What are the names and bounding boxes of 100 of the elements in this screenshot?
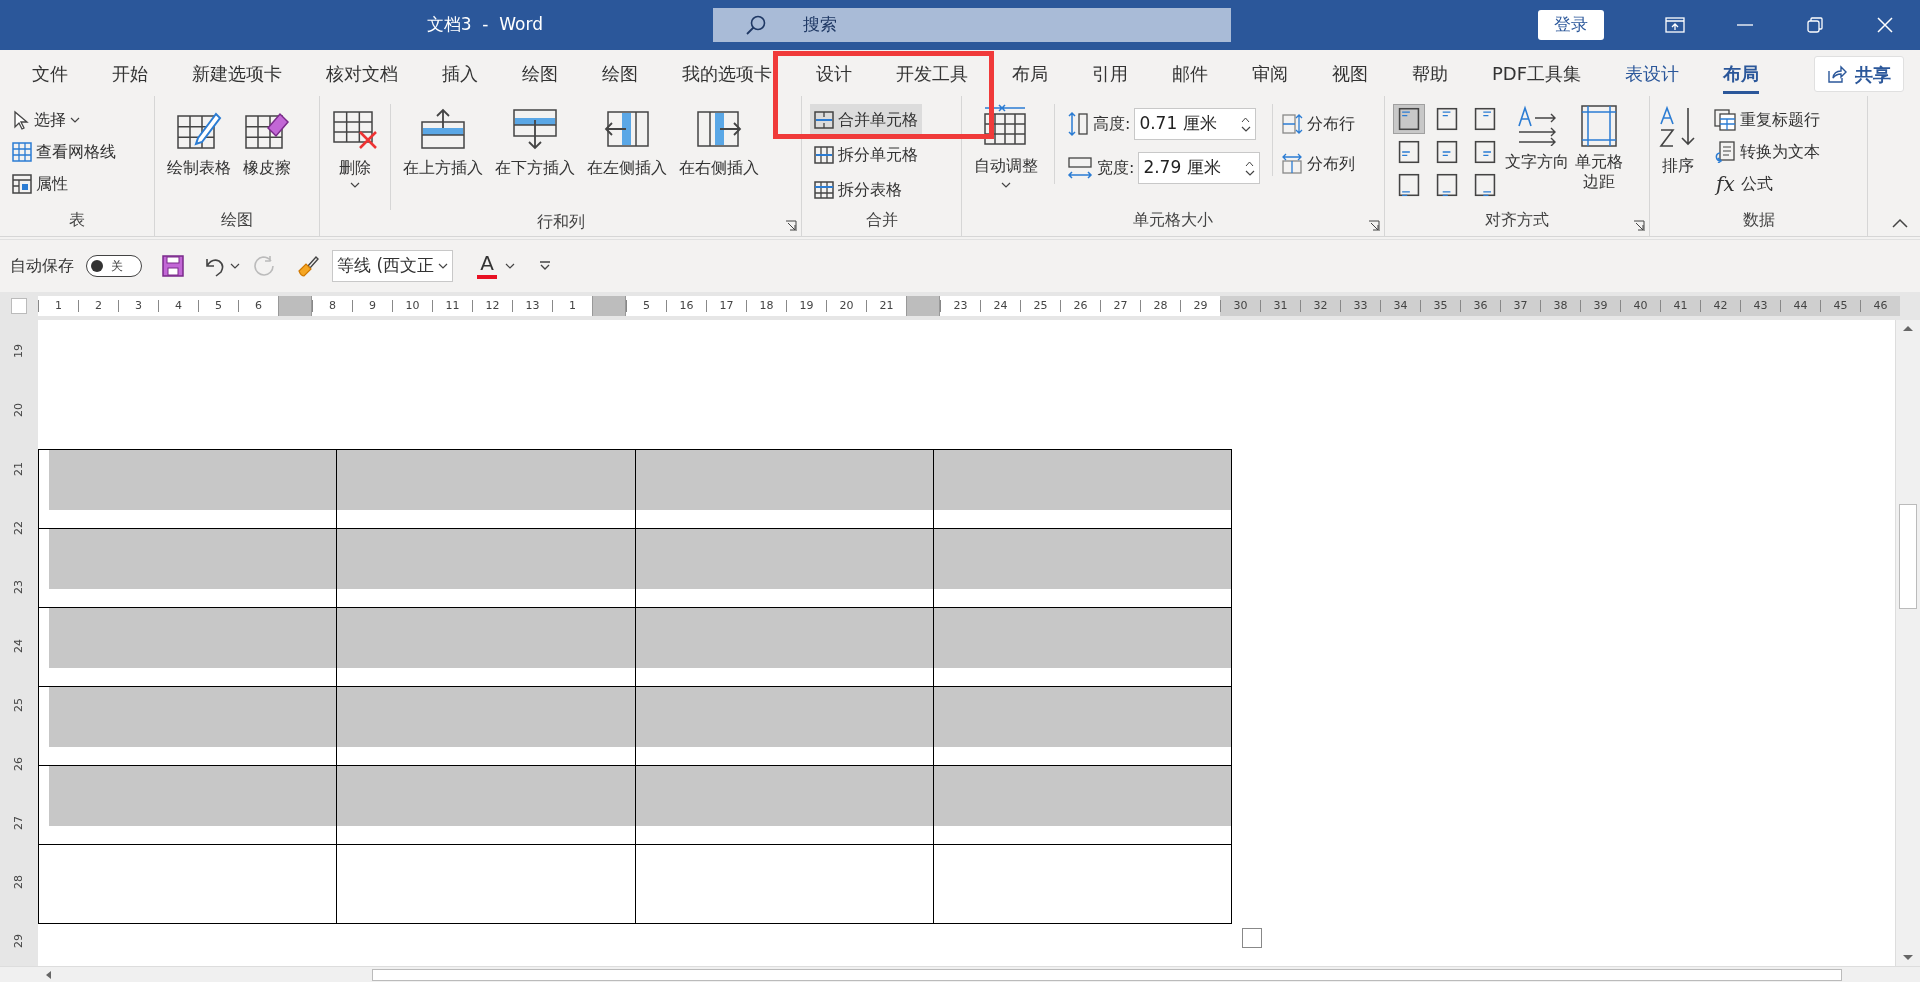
table-resize-handle[interactable] bbox=[1242, 928, 1262, 948]
scroll-thumb[interactable] bbox=[372, 968, 1842, 981]
ribbon-tab[interactable]: 视图 bbox=[1310, 50, 1390, 96]
ribbon-small-button[interactable]: 转换为文本 bbox=[1710, 136, 1824, 168]
table-cell[interactable] bbox=[39, 766, 338, 845]
chevron-up-icon bbox=[1892, 218, 1908, 228]
scroll-thumb[interactable] bbox=[1899, 504, 1917, 610]
ribbon-tab[interactable]: 绘图 bbox=[500, 50, 580, 96]
table-cell[interactable] bbox=[337, 766, 636, 845]
ribbon-tab[interactable]: 插入 bbox=[420, 50, 500, 96]
ribbon-tab[interactable]: 引用 bbox=[1070, 50, 1150, 96]
font-dropdown[interactable]: 等线 (西文正 bbox=[332, 250, 454, 282]
table-cell[interactable] bbox=[337, 450, 636, 529]
ribbon-small-button[interactable]: 拆分表格 bbox=[810, 174, 922, 206]
column-marker[interactable] bbox=[906, 296, 940, 316]
ribbon-tab[interactable]: 文件 bbox=[10, 50, 90, 96]
table-cell[interactable] bbox=[39, 608, 338, 687]
table-cell[interactable] bbox=[39, 845, 338, 924]
horizontal-scrollbar[interactable] bbox=[0, 966, 1920, 982]
table-cell[interactable] bbox=[39, 529, 338, 608]
ribbon-tab[interactable]: 开始 bbox=[90, 50, 170, 96]
ribbon-tab[interactable]: 我的选项卡 bbox=[660, 50, 794, 96]
table-cell[interactable] bbox=[337, 608, 636, 687]
vertical-scrollbar[interactable] bbox=[1895, 320, 1920, 966]
ribbon-small-button[interactable]: 查看网格线 bbox=[8, 136, 120, 168]
column-marker[interactable] bbox=[278, 296, 312, 316]
share-button[interactable]: 共享 bbox=[1814, 56, 1904, 92]
ribbon-tab[interactable]: 表设计 bbox=[1603, 50, 1702, 96]
ribbon-large-button[interactable]: 在左侧插入 bbox=[583, 104, 671, 178]
format-painter-button[interactable] bbox=[296, 254, 320, 278]
table-cell[interactable] bbox=[39, 450, 338, 529]
table-cell[interactable] bbox=[635, 687, 934, 766]
autofit-button[interactable]: 自动调整 bbox=[970, 104, 1042, 188]
align-button[interactable] bbox=[1393, 104, 1425, 134]
ribbon-large-button[interactable]: 在右侧插入 bbox=[675, 104, 763, 178]
ribbon-tab[interactable]: 设计 bbox=[794, 50, 874, 96]
table-cell[interactable] bbox=[337, 529, 636, 608]
ribbon-small-button[interactable]: 拆分单元格 bbox=[810, 139, 922, 171]
font-color-button[interactable]: A bbox=[477, 253, 516, 279]
text-direction-button[interactable]: 文字方向 bbox=[1505, 104, 1569, 174]
ruler-number: 32 bbox=[1300, 300, 1340, 312]
table-cell[interactable] bbox=[933, 608, 1232, 687]
table-cell[interactable] bbox=[933, 450, 1232, 529]
table-cell[interactable] bbox=[933, 529, 1232, 608]
ribbon-small-button[interactable]: 重复标题行 bbox=[1710, 104, 1824, 136]
distribute-rows-icon bbox=[1281, 113, 1304, 135]
ribbon-tab[interactable]: 帮助 bbox=[1390, 50, 1470, 96]
ribbon-tab[interactable]: 新建选项卡 bbox=[170, 50, 304, 96]
table-cell[interactable] bbox=[933, 687, 1232, 766]
dialog-launcher-button[interactable] bbox=[1633, 220, 1645, 232]
ribbon-small-button[interactable]: 属性 bbox=[8, 168, 120, 200]
dialog-launcher-button[interactable] bbox=[785, 220, 797, 232]
ribbon-tab[interactable]: 开发工具 bbox=[874, 50, 990, 96]
ruler-number: 10 bbox=[392, 300, 432, 312]
ribbon-tab[interactable]: 布局 bbox=[1701, 50, 1782, 96]
delete-button[interactable]: 删除 bbox=[328, 104, 382, 188]
table-cell[interactable] bbox=[635, 450, 934, 529]
ribbon-large-button[interactable]: 在下方插入 bbox=[491, 104, 579, 178]
distribute-rows-button[interactable]: 分布行 bbox=[1281, 112, 1356, 136]
column-marker[interactable] bbox=[592, 296, 626, 316]
table-cell[interactable] bbox=[933, 845, 1232, 924]
table-cell[interactable] bbox=[337, 687, 636, 766]
autosave-toggle[interactable]: 关 bbox=[86, 255, 142, 277]
ribbon-tab[interactable]: 布局 bbox=[990, 50, 1070, 96]
ribbon-large-button[interactable]: 绘制表格 bbox=[163, 104, 235, 178]
login-button[interactable]: 登录 bbox=[1538, 10, 1604, 40]
ruler-number: 4 bbox=[158, 300, 198, 312]
spin-field[interactable]: 0.71 厘米 bbox=[1134, 108, 1257, 140]
redo-button[interactable] bbox=[252, 254, 276, 278]
ribbon-small-button[interactable]: 合并单元格 bbox=[810, 104, 922, 136]
ribbon-tab[interactable]: 绘图 bbox=[580, 50, 660, 96]
ribbon-large-button[interactable]: 在上方插入 bbox=[399, 104, 487, 178]
ruler-number: 20 bbox=[11, 403, 26, 417]
save-button[interactable] bbox=[162, 255, 184, 277]
ribbon-tab[interactable]: 核对文档 bbox=[304, 50, 420, 96]
ribbon-tab[interactable]: PDF工具集 bbox=[1470, 50, 1604, 96]
ribbon-tab[interactable]: 邮件 bbox=[1150, 50, 1230, 96]
distribute-columns-button[interactable]: 分布列 bbox=[1281, 152, 1356, 176]
ribbon-tab[interactable]: 审阅 bbox=[1230, 50, 1310, 96]
ribbon-small-button[interactable]: 选择 bbox=[8, 104, 120, 136]
ruler-number: 18 bbox=[746, 300, 786, 312]
table-cell[interactable] bbox=[39, 687, 338, 766]
table-cell[interactable] bbox=[933, 766, 1232, 845]
table-cell[interactable] bbox=[635, 766, 934, 845]
table-cell[interactable] bbox=[337, 845, 636, 924]
tab-stop-selector[interactable] bbox=[11, 298, 27, 314]
collapse-ribbon-button[interactable] bbox=[1892, 218, 1908, 228]
table-cell[interactable] bbox=[635, 529, 934, 608]
dialog-launcher-button[interactable] bbox=[1368, 220, 1380, 232]
insert-column-left-icon bbox=[604, 108, 650, 150]
ribbon-large-button[interactable]: 橡皮擦 bbox=[239, 104, 295, 178]
ruler-number: 38 bbox=[1540, 300, 1580, 312]
search-field[interactable]: 搜索 bbox=[713, 8, 1231, 42]
cell-margins-button[interactable]: 单元格边距 bbox=[1573, 104, 1625, 192]
sort-button[interactable]: 排序 bbox=[1658, 104, 1698, 178]
table-cell[interactable] bbox=[635, 608, 934, 687]
spin-field[interactable]: 2.79 厘米 bbox=[1138, 152, 1261, 184]
ribbon-small-button[interactable]: fx 公式 bbox=[1710, 168, 1824, 200]
customize-toolbar-button[interactable] bbox=[539, 261, 552, 271]
table-cell[interactable] bbox=[635, 845, 934, 924]
